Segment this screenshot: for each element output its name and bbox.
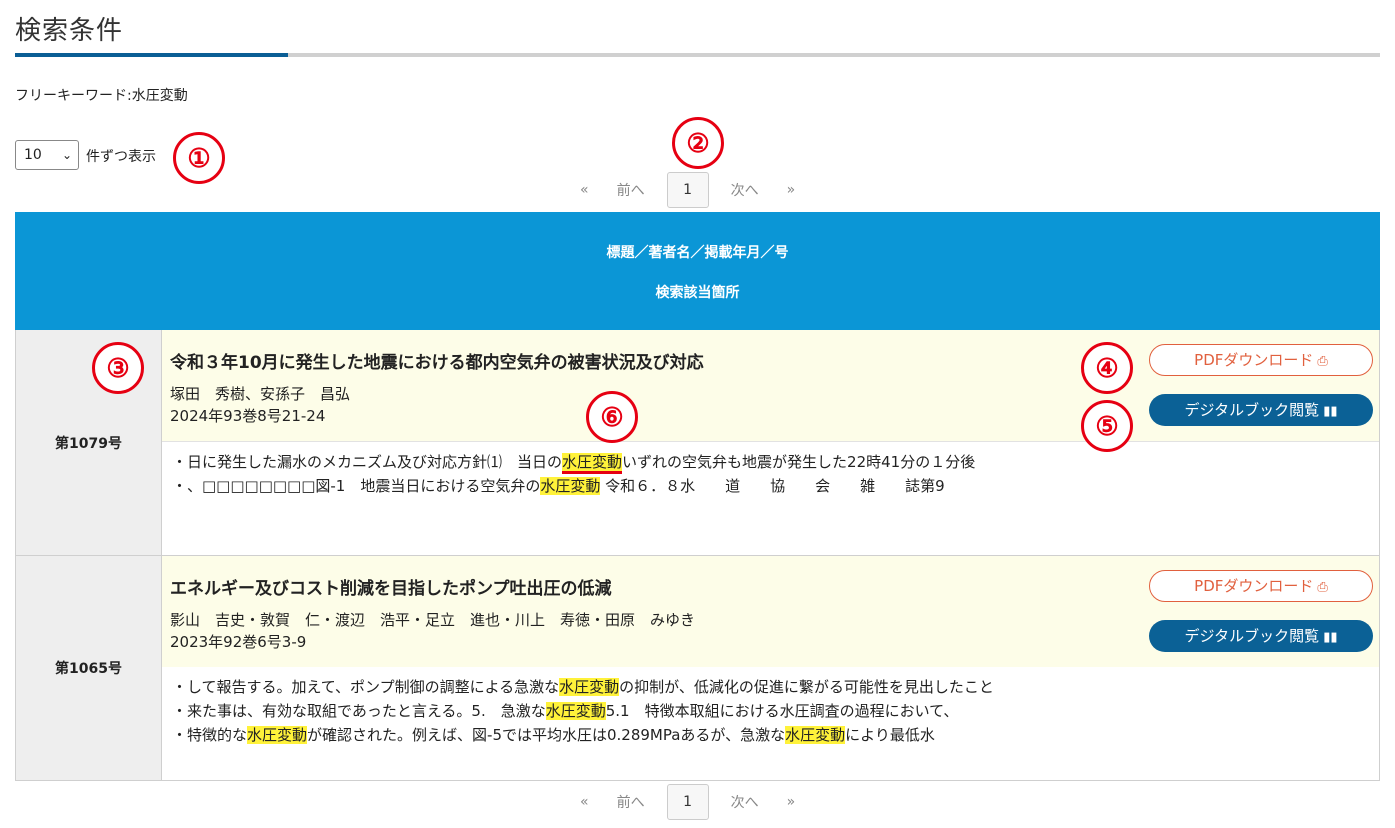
pager-prev[interactable]: 前へ bbox=[603, 180, 659, 200]
article-publication: 2024年93巻8号21-24 bbox=[170, 407, 326, 425]
results-table-header: 標題／著者名／掲載年月／号 検索該当箇所 bbox=[15, 212, 1380, 330]
snippet-text: 5.1 特徴本取組における水圧調査の過程において、 bbox=[605, 702, 959, 720]
pagination-bottom: « 前へ 1 次へ » bbox=[566, 784, 809, 820]
per-page-value: 10 bbox=[24, 147, 42, 163]
snippet-line: ・して報告する。加えて、ポンプ制御の調整による急激な水圧変動の抑制が、低減化の促… bbox=[172, 676, 994, 697]
article-authors: 塚田 秀樹、安孫子 昌弘 bbox=[170, 385, 351, 403]
result-header: エネルギー及びコスト削減を目指したポンプ吐出圧の低減 影山 吉史・敦賀 仁・渡辺… bbox=[162, 556, 1379, 668]
article-publication: 2023年92巻6号3-9 bbox=[170, 633, 307, 651]
result-snippets: ・日に発生した漏水のメカニズム及び対応方針⑴ 当日の水圧変動いずれの空気弁も地震… bbox=[162, 442, 1379, 555]
result-row: 第1065号 エネルギー及びコスト削減を目指したポンプ吐出圧の低減 影山 吉史・… bbox=[15, 556, 1380, 781]
article-title[interactable]: 令和３年10月に発生した地震における都内空気弁の被害状況及び対応 bbox=[170, 348, 704, 373]
snippet-line: ・特徴的な水圧変動が確認された。例えば、図-5では平均水圧は0.289MPaある… bbox=[172, 724, 935, 745]
keyword-highlight: 水圧変動 bbox=[545, 702, 606, 720]
snippet-text: の抑制が、低減化の促進に繋がる可能性を見出したこと bbox=[619, 678, 994, 696]
article-authors: 影山 吉史・敦賀 仁・渡辺 浩平・足立 進也・川上 寿徳・田原 みゆき bbox=[170, 611, 696, 629]
issue-number: 第1065号 bbox=[16, 556, 162, 780]
snippet-text: ・、□□□□□□□□図-1 地震当日における空気弁の bbox=[172, 477, 541, 495]
per-page-select[interactable]: 10 ⌄ bbox=[15, 140, 79, 170]
snippet-text: ・特徴的な bbox=[172, 726, 248, 744]
pager-first[interactable]: « bbox=[566, 182, 603, 198]
pdf-download-button[interactable]: PDFダウンロード ⎙ bbox=[1149, 344, 1373, 376]
snippet-line: ・来た事は、有効な取組であったと言える。5. 急激な水圧変動5.1 特徴本取組に… bbox=[172, 700, 958, 721]
annotation-marker-4: ④ bbox=[1081, 342, 1133, 394]
digital-book-button[interactable]: デジタルブック閲覧 ▮▮ bbox=[1149, 620, 1373, 652]
snippet-text: ・して報告する。加えて、ポンプ制御の調整による急激な bbox=[172, 678, 560, 696]
snippet-text: が確認された。例えば、図-5では平均水圧は0.289MPaあるが、急激な bbox=[307, 726, 786, 744]
result-row: 第1079号 令和３年10月に発生した地震における都内空気弁の被害状況及び対応 … bbox=[15, 330, 1380, 556]
per-page-label: 件ずつ表示 bbox=[86, 149, 156, 165]
digital-book-label: デジタルブック閲覧 bbox=[1184, 401, 1320, 419]
article-title[interactable]: エネルギー及びコスト削減を目指したポンプ吐出圧の低減 bbox=[170, 574, 612, 599]
digital-book-label: デジタルブック閲覧 bbox=[1184, 627, 1320, 645]
result-header: 令和３年10月に発生した地震における都内空気弁の被害状況及び対応 塚田 秀樹、安… bbox=[162, 330, 1379, 442]
keyword-value: 水圧変動 bbox=[131, 88, 188, 104]
snippet-text: ・日に発生した漏水のメカニズム及び対応方針⑴ 当日の bbox=[172, 453, 563, 471]
snippet-line: ・日に発生した漏水のメカニズム及び対応方針⑴ 当日の水圧変動いずれの空気弁も地震… bbox=[172, 451, 976, 474]
keyword-label: フリーキーワード: bbox=[15, 88, 132, 104]
result-snippets: ・して報告する。加えて、ポンプ制御の調整による急激な水圧変動の抑制が、低減化の促… bbox=[162, 667, 1379, 780]
header-matched-section: 検索該当箇所 bbox=[655, 285, 740, 301]
pdf-file-icon: ⎙ bbox=[1317, 354, 1328, 369]
pager-current-page[interactable]: 1 bbox=[666, 784, 709, 820]
keyword-highlight: 水圧変動 bbox=[540, 477, 601, 495]
page-title: 検索条件 bbox=[15, 16, 124, 46]
search-keyword: フリーキーワード:水圧変動 bbox=[15, 85, 188, 105]
pdf-download-label: PDFダウンロード bbox=[1194, 577, 1314, 595]
snippet-text: ・来た事は、有効な取組であったと言える。5. 急激な bbox=[172, 702, 546, 720]
pdf-download-label: PDFダウンロード bbox=[1194, 351, 1314, 369]
pdf-download-button[interactable]: PDFダウンロード ⎙ bbox=[1149, 570, 1373, 602]
header-title-author-date: 標題／著者名／掲載年月／号 bbox=[606, 245, 789, 261]
pager-current-page[interactable]: 1 bbox=[666, 172, 709, 208]
snippet-text: いずれの空気弁も地震が発生した22時41分の１分後 bbox=[622, 453, 976, 471]
pager-last[interactable]: » bbox=[773, 794, 810, 810]
pager-next[interactable]: 次へ bbox=[717, 792, 773, 812]
pager-prev[interactable]: 前へ bbox=[603, 792, 659, 812]
book-icon: ▮▮ bbox=[1323, 404, 1338, 419]
snippet-text: 令和６．８水 道 協 会 雑 誌第9 bbox=[600, 477, 945, 495]
pager-first[interactable]: « bbox=[566, 794, 603, 810]
snippet-line: ・、□□□□□□□□図-1 地震当日における空気弁の水圧変動 令和６．８水 道 … bbox=[172, 475, 945, 496]
snippet-text: により最低水 bbox=[845, 726, 935, 744]
pdf-file-icon: ⎙ bbox=[1317, 580, 1328, 595]
digital-book-button[interactable]: デジタルブック閲覧 ▮▮ bbox=[1149, 394, 1373, 426]
keyword-highlight: 水圧変動 bbox=[247, 726, 308, 744]
chevron-down-icon: ⌄ bbox=[61, 148, 72, 162]
annotation-marker-3: ③ bbox=[92, 342, 144, 394]
pager-last[interactable]: » bbox=[773, 182, 810, 198]
pagination-top: « 前へ 1 次へ » bbox=[566, 172, 809, 208]
keyword-highlight: 水圧変動 bbox=[562, 453, 623, 474]
title-underline-accent bbox=[15, 53, 288, 57]
annotation-marker-2: ② bbox=[672, 117, 724, 169]
keyword-highlight: 水圧変動 bbox=[559, 678, 620, 696]
annotation-marker-6: ⑥ bbox=[586, 391, 638, 443]
annotation-marker-5: ⑤ bbox=[1081, 400, 1133, 452]
keyword-highlight: 水圧変動 bbox=[785, 726, 846, 744]
pager-next[interactable]: 次へ bbox=[717, 180, 773, 200]
annotation-marker-1: ① bbox=[173, 132, 225, 184]
book-icon: ▮▮ bbox=[1323, 630, 1338, 645]
